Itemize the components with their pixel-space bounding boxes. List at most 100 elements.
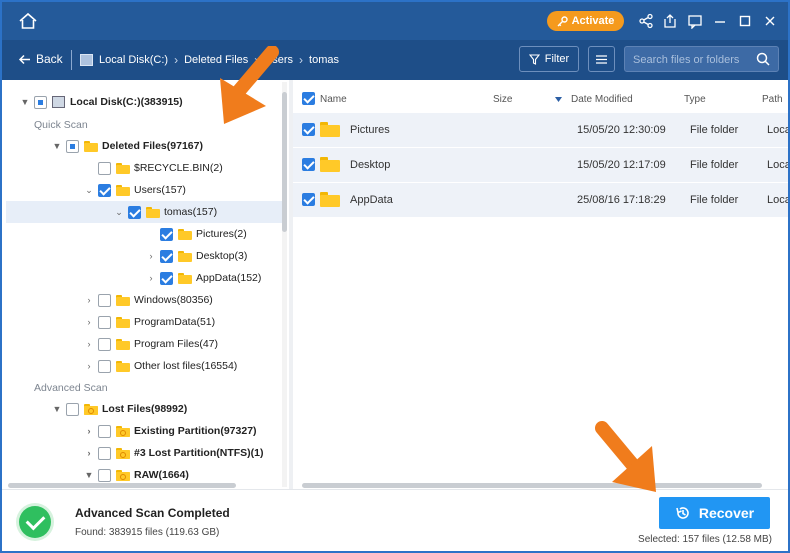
checkbox[interactable] bbox=[302, 158, 315, 171]
key-icon bbox=[557, 15, 568, 26]
cell-date: 25/08/16 17:18:29 bbox=[577, 194, 666, 206]
checkbox[interactable] bbox=[66, 402, 79, 416]
table-row[interactable]: AppData 25/08/16 17:18:29 File folder Lo… bbox=[293, 183, 788, 217]
select-all-checkbox[interactable] bbox=[302, 92, 315, 105]
column-header-date-modified[interactable]: Date Modified bbox=[571, 94, 633, 105]
back-button[interactable]: Back bbox=[18, 52, 63, 66]
chevron-down-icon[interactable]: ⌄ bbox=[84, 185, 94, 196]
folder-icon bbox=[320, 192, 340, 207]
chevron-down-icon[interactable]: ▼ bbox=[52, 404, 62, 414]
chevron-right-icon[interactable]: › bbox=[84, 448, 94, 458]
tree-item-tomas[interactable]: ⌄ tomas(157) bbox=[6, 201, 282, 223]
lost-folder-icon bbox=[116, 425, 130, 437]
chevron-down-icon[interactable]: ▼ bbox=[52, 141, 62, 151]
tree-item-appdata[interactable]: › AppData(152) bbox=[6, 267, 282, 289]
cell-date: 15/05/20 12:17:09 bbox=[577, 159, 666, 171]
column-header-path[interactable]: Path bbox=[762, 94, 783, 105]
column-header-size[interactable]: Size bbox=[493, 94, 512, 105]
table-row[interactable]: Pictures 15/05/20 12:30:09 File folder L… bbox=[293, 113, 788, 147]
tree-horizontal-scrollbar[interactable] bbox=[8, 483, 236, 488]
activate-button[interactable]: Activate bbox=[547, 11, 624, 31]
tree-item-deleted-files[interactable]: ▼ Deleted Files(97167) bbox=[6, 135, 282, 157]
breadcrumb-item[interactable]: Local Disk(C:) bbox=[99, 54, 168, 66]
maximize-icon[interactable] bbox=[737, 13, 753, 29]
cell-name: Desktop bbox=[350, 159, 391, 171]
column-header-name[interactable]: Name bbox=[320, 94, 347, 105]
tree-item-program-files[interactable]: › Program Files(47) bbox=[6, 333, 282, 355]
chevron-right-icon[interactable]: › bbox=[84, 295, 94, 305]
search-icon[interactable] bbox=[756, 52, 770, 66]
checkbox[interactable] bbox=[34, 95, 47, 109]
cell-type: File folder bbox=[690, 124, 739, 136]
checkbox[interactable] bbox=[302, 193, 315, 206]
folder-icon bbox=[320, 157, 340, 172]
tree-item-windows[interactable]: › Windows(80356) bbox=[6, 289, 282, 311]
chevron-down-icon[interactable]: ▼ bbox=[84, 470, 94, 480]
checkbox[interactable] bbox=[302, 123, 315, 136]
chevron-down-icon[interactable]: ⌄ bbox=[114, 207, 124, 218]
tree-item-pictures[interactable]: Pictures(2) bbox=[6, 223, 282, 245]
chevron-right-icon[interactable]: › bbox=[146, 273, 156, 283]
checkbox[interactable] bbox=[98, 424, 111, 438]
tree-item-label: Other lost files(16554) bbox=[134, 360, 238, 372]
list-header: Name Size Date Modified Type Path bbox=[293, 82, 788, 116]
checkbox[interactable] bbox=[160, 227, 173, 241]
filter-button[interactable]: Filter bbox=[519, 46, 579, 72]
tree-item-lost-partition[interactable]: › #3 Lost Partition(NTFS)(1) bbox=[6, 442, 282, 464]
tree-item-other-lost-files[interactable]: › Other lost files(16554) bbox=[6, 355, 282, 377]
chevron-right-icon[interactable]: › bbox=[84, 361, 94, 371]
folder-tree: ▼ Local Disk(C:)(383915) Quick Scan ▼ De… bbox=[6, 82, 289, 487]
share-icon[interactable] bbox=[638, 13, 654, 29]
checkbox[interactable] bbox=[98, 293, 111, 307]
tree-item-recycle-bin[interactable]: $RECYCLE.BIN(2) bbox=[6, 157, 282, 179]
recover-button[interactable]: Recover bbox=[659, 497, 770, 529]
checkbox[interactable] bbox=[98, 315, 111, 329]
table-row[interactable]: Desktop 15/05/20 12:17:09 File folder Lo… bbox=[293, 148, 788, 182]
checkbox[interactable] bbox=[128, 205, 141, 219]
list-horizontal-scrollbar[interactable] bbox=[302, 483, 762, 488]
tree-item-label: ProgramData(51) bbox=[134, 316, 216, 328]
app-window: Activate Back Local Disk(C:) › Deleted F… bbox=[0, 0, 790, 553]
folder-icon bbox=[116, 294, 130, 306]
tree-item-users[interactable]: ⌄ Users(157) bbox=[6, 179, 282, 201]
export-icon[interactable] bbox=[662, 13, 678, 29]
checkbox[interactable] bbox=[66, 139, 79, 153]
checkbox[interactable] bbox=[98, 359, 111, 373]
cell-name: Pictures bbox=[350, 124, 390, 136]
checkbox[interactable] bbox=[98, 161, 111, 175]
breadcrumb-separator-icon: › bbox=[174, 53, 179, 67]
close-icon[interactable] bbox=[762, 13, 778, 29]
tree-item-desktop[interactable]: › Desktop(3) bbox=[6, 245, 282, 267]
tree-item-programdata[interactable]: › ProgramData(51) bbox=[6, 311, 282, 333]
checkbox[interactable] bbox=[160, 249, 173, 263]
checkbox[interactable] bbox=[160, 271, 173, 285]
view-menu-button[interactable] bbox=[588, 46, 615, 72]
search-input[interactable] bbox=[633, 52, 751, 67]
column-header-type[interactable]: Type bbox=[684, 94, 706, 105]
check-circle-icon bbox=[19, 506, 51, 538]
chevron-down-icon[interactable]: ▼ bbox=[20, 97, 30, 107]
checkbox[interactable] bbox=[98, 446, 111, 460]
sort-down-icon[interactable] bbox=[555, 97, 562, 102]
lost-folder-icon bbox=[116, 469, 130, 481]
folder-icon bbox=[178, 250, 192, 262]
checkbox[interactable] bbox=[98, 337, 111, 351]
chevron-right-icon[interactable]: › bbox=[146, 251, 156, 261]
chevron-right-icon[interactable]: › bbox=[84, 426, 94, 436]
arrow-left-icon bbox=[18, 54, 30, 64]
minimize-icon[interactable] bbox=[712, 13, 728, 29]
home-icon[interactable] bbox=[18, 12, 38, 30]
tree-item-label: Existing Partition(97327) bbox=[134, 425, 257, 437]
feedback-icon[interactable] bbox=[687, 13, 703, 29]
breadcrumb-item[interactable]: tomas bbox=[309, 54, 339, 66]
tree-item-lost-files[interactable]: ▼ Lost Files(98992) bbox=[6, 398, 282, 420]
checkbox[interactable] bbox=[98, 468, 111, 482]
chevron-right-icon[interactable]: › bbox=[84, 339, 94, 349]
list-menu-icon bbox=[596, 54, 607, 64]
checkbox[interactable] bbox=[98, 183, 111, 197]
tree-item-existing-partition[interactable]: › Existing Partition(97327) bbox=[6, 420, 282, 442]
filter-icon bbox=[528, 53, 540, 65]
breadcrumb-separator-icon: › bbox=[299, 53, 304, 67]
chevron-right-icon[interactable]: › bbox=[84, 317, 94, 327]
lost-folder-icon bbox=[116, 447, 130, 459]
